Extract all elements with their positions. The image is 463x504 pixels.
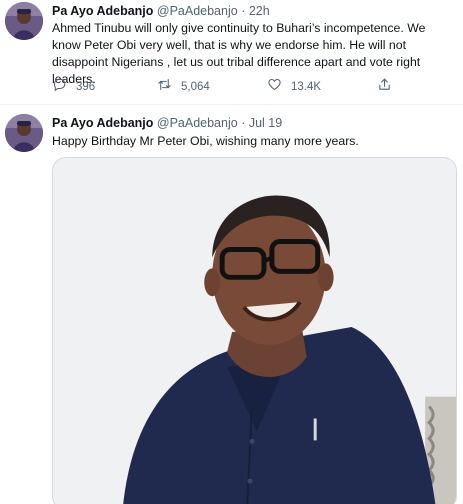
heart-icon <box>267 77 282 97</box>
author-handle[interactable]: @PaAdebanjo <box>157 4 238 18</box>
retweet-count: 5,064 <box>181 81 210 93</box>
author-handle[interactable]: @PaAdebanjo <box>157 116 238 130</box>
share-button[interactable] <box>377 78 392 96</box>
author-name[interactable]: Pa Ayo Adebanjo <box>52 116 153 130</box>
author-name[interactable]: Pa Ayo Adebanjo <box>52 4 153 18</box>
tweet[interactable]: Pa Ayo Adebanjo @PaAdebanjo · 22h Ahmed … <box>0 0 463 105</box>
tweet[interactable]: Pa Ayo Adebanjo @PaAdebanjo · Jul 19 Hap… <box>0 106 463 504</box>
like-button[interactable]: 13.4K <box>267 78 321 96</box>
avatar[interactable] <box>5 114 43 152</box>
tweet-text: Happy Birthday Mr Peter Obi, wishing man… <box>52 134 359 148</box>
like-count: 13.4K <box>291 81 322 93</box>
tweet-header: Pa Ayo Adebanjo @PaAdebanjo · Jul 19 <box>52 116 282 130</box>
tweet-header: Pa Ayo Adebanjo @PaAdebanjo · 22h <box>52 4 270 18</box>
separator-dot: · <box>241 4 246 18</box>
share-icon <box>377 77 392 97</box>
reply-button[interactable]: 396 <box>52 78 95 96</box>
retweet-icon <box>157 77 172 97</box>
reply-count: 396 <box>76 81 96 93</box>
avatar[interactable] <box>5 2 43 40</box>
tweet-time[interactable]: 22h <box>249 4 270 18</box>
tweet-photo[interactable] <box>52 157 457 504</box>
tweet-time[interactable]: Jul 19 <box>249 116 282 130</box>
retweet-button[interactable]: 5,064 <box>157 78 210 96</box>
separator-dot: · <box>241 116 246 130</box>
reply-icon <box>52 77 67 97</box>
tweet-actions: 396 5,064 13.4K <box>52 78 402 96</box>
